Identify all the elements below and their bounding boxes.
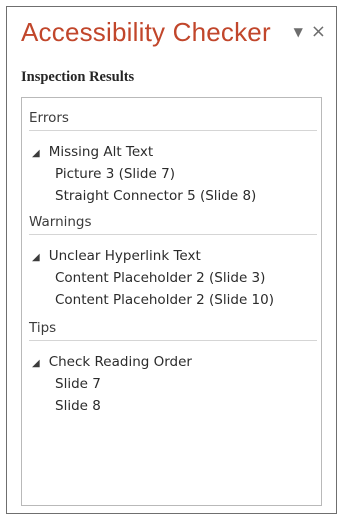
list-item[interactable]: Content Placeholder 2 (Slide 3) — [55, 270, 265, 286]
group-unclear-hyperlink-text[interactable]: ◢ Unclear Hyperlink Text — [32, 248, 201, 264]
list-item[interactable]: Slide 8 — [55, 398, 101, 414]
list-item[interactable]: Content Placeholder 2 (Slide 10) — [55, 292, 274, 308]
list-item[interactable]: Picture 3 (Slide 7) — [55, 166, 175, 182]
group-label: Unclear Hyperlink Text — [48, 248, 201, 264]
collapse-triangle-icon[interactable]: ◢ — [32, 358, 40, 369]
group-missing-alt-text[interactable]: ◢ Missing Alt Text — [32, 144, 153, 160]
list-item[interactable]: Straight Connector 5 (Slide 8) — [55, 188, 256, 204]
group-label: Missing Alt Text — [48, 144, 154, 160]
group-check-reading-order[interactable]: ◢ Check Reading Order — [32, 354, 192, 370]
collapse-triangle-icon[interactable]: ◢ — [32, 148, 40, 159]
group-label: Check Reading Order — [48, 354, 192, 370]
dropdown-caret-icon[interactable]: ▼ — [294, 25, 303, 39]
accessibility-checker-pane: Accessibility Checker ▼ × Inspection Res… — [6, 6, 337, 514]
section-header-warnings: Warnings — [29, 214, 317, 235]
collapse-triangle-icon[interactable]: ◢ — [32, 252, 40, 263]
section-header-tips: Tips — [29, 320, 317, 341]
pane-controls: ▼ × — [294, 23, 326, 41]
inspection-results-list: Errors ◢ Missing Alt Text Picture 3 (Slid… — [21, 97, 322, 506]
list-item[interactable]: Slide 7 — [55, 376, 101, 392]
pane-title: Accessibility Checker — [21, 17, 271, 47]
inspection-results-heading: Inspection Results — [21, 69, 135, 85]
section-header-errors: Errors — [29, 110, 317, 131]
close-icon[interactable]: × — [311, 23, 326, 41]
